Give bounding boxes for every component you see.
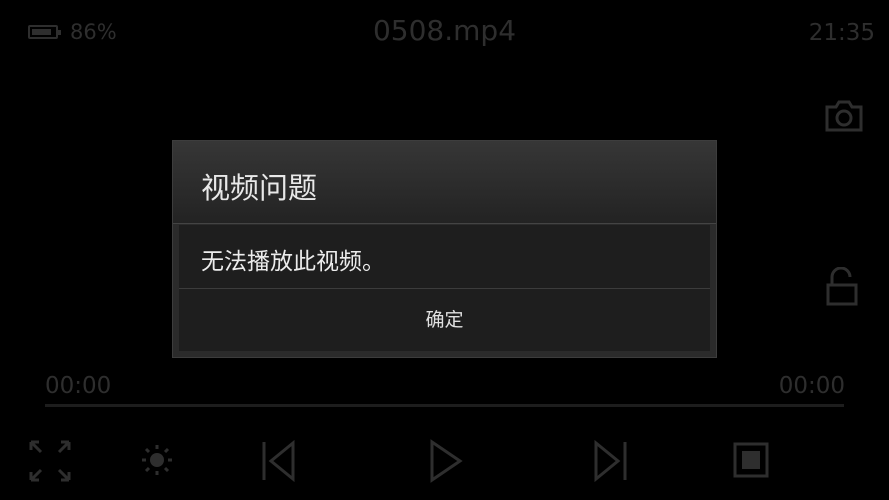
ok-button[interactable]: 确定 [179, 289, 710, 351]
dialog-body: 无法播放此视频。 [179, 225, 710, 288]
dialog-header: 视频问题 [173, 141, 716, 224]
dialog-title: 视频问题 [201, 171, 318, 205]
video-player-screen: 86% 0508.mp4 21:35 00:00 00:00 视频问题 无法播放… [0, 0, 889, 500]
dialog-message: 无法播放此视频。 [201, 249, 385, 275]
dialog-overlay: 视频问题 无法播放此视频。 确定 [0, 0, 889, 500]
video-problem-dialog: 视频问题 无法播放此视频。 确定 [172, 140, 717, 358]
